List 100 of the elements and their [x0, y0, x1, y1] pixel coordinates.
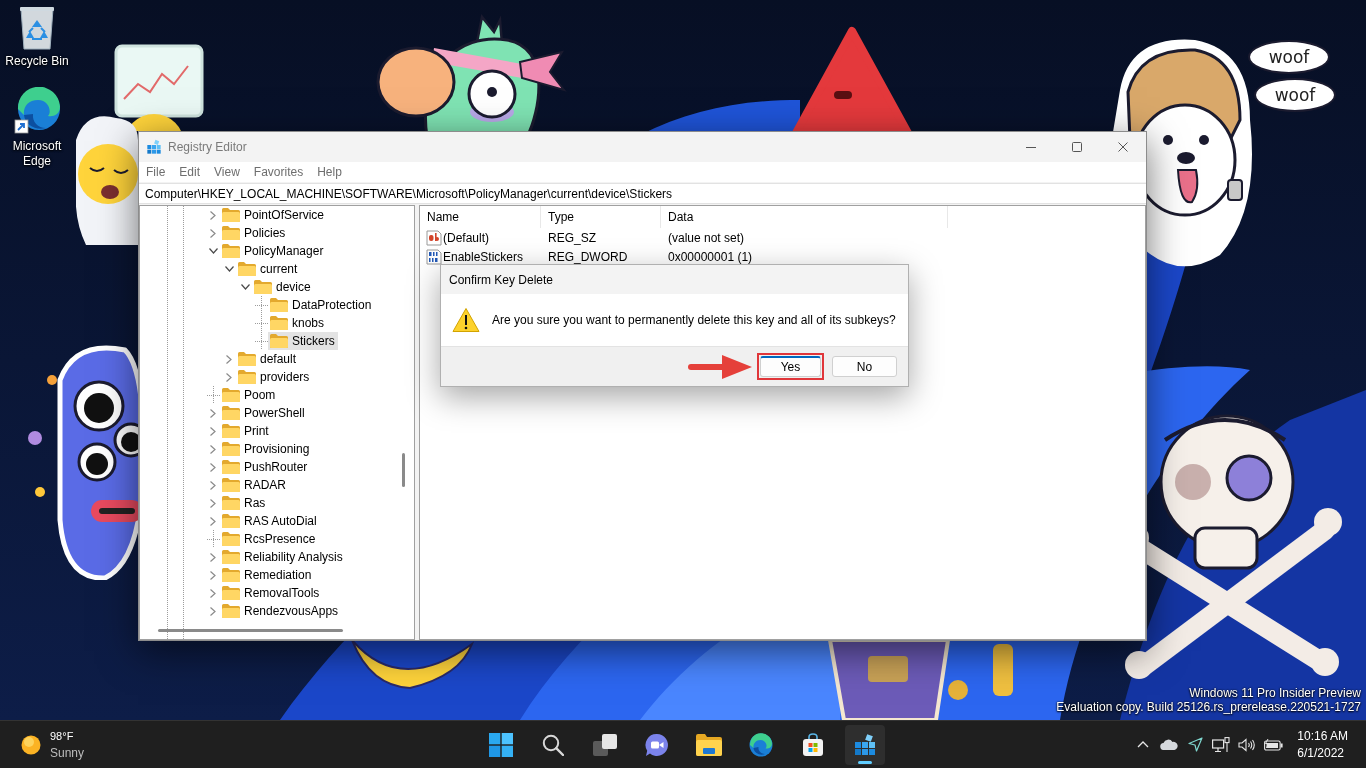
chevron-right-icon[interactable] [210, 480, 216, 490]
close-icon [1118, 142, 1128, 152]
dialog-button[interactable]: No [832, 356, 897, 377]
tree-item[interactable]: Stickers [268, 332, 338, 350]
folder-icon [222, 586, 240, 600]
chevron-right-icon[interactable] [210, 408, 216, 418]
weather-widget[interactable]: 98°F Sunny [21, 727, 85, 762]
folder-icon [222, 208, 240, 222]
chevron-right-icon[interactable] [210, 228, 216, 238]
tree-item[interactable]: providers [236, 368, 313, 386]
folder-icon [222, 226, 240, 240]
chevron-right-icon[interactable] [210, 210, 216, 220]
location-arrow-icon[interactable] [1187, 737, 1203, 752]
folder-icon [222, 424, 240, 438]
folder-icon [238, 262, 256, 276]
tree-item[interactable]: PushRouter [220, 458, 311, 476]
window-title: Registry Editor [168, 140, 248, 154]
cloud-icon[interactable] [1160, 739, 1179, 750]
tree-item[interactable]: RADAR [220, 476, 289, 494]
minimize-icon [1026, 146, 1036, 148]
tree-item[interactable]: Policies [220, 224, 289, 242]
menu-item[interactable]: Favorites [246, 162, 311, 182]
tree-item[interactable]: default [236, 350, 300, 368]
folder-icon [222, 244, 240, 258]
tree-item[interactable]: Remediation [220, 566, 315, 584]
folder-icon [222, 514, 240, 528]
menu-item[interactable]: View [207, 162, 247, 182]
annotation-arrow [688, 353, 752, 380]
tree-item[interactable]: knobs [268, 314, 328, 332]
tree-item[interactable]: PowerShell [220, 404, 308, 422]
chevron-right-icon[interactable] [210, 606, 216, 616]
chevron-right-icon[interactable] [210, 588, 216, 598]
chevron-right-icon[interactable] [210, 462, 216, 472]
chevron-right-icon[interactable] [210, 552, 216, 562]
value-name[interactable]: EnableStickers [420, 247, 541, 266]
menu-item[interactable]: Edit [172, 162, 208, 182]
folder-icon [696, 733, 722, 756]
swirl-logo-icon [749, 732, 773, 757]
tree-item[interactable]: current [236, 260, 301, 278]
clock-button[interactable]: 10:16 AM 6/1/2022 [1289, 727, 1356, 762]
chevron-down-icon[interactable] [208, 248, 218, 254]
value-data: (value not set) [667, 229, 746, 247]
chevron-right-icon[interactable] [210, 444, 216, 454]
chevron-right-icon[interactable] [226, 372, 232, 382]
speaker-icon[interactable] [1238, 737, 1257, 752]
tree-item[interactable]: Ras [220, 494, 269, 512]
chevron-down-icon[interactable] [224, 266, 234, 272]
chevron-right-icon[interactable] [210, 516, 216, 526]
folder-icon [222, 478, 240, 492]
folder-icon [270, 334, 288, 348]
chevron-right-icon[interactable] [210, 426, 216, 436]
dialog-button[interactable]: Yes [760, 356, 821, 377]
tree-item[interactable]: device [252, 278, 314, 296]
swirl-logo-icon [13, 87, 61, 135]
folder-icon [222, 532, 240, 546]
tree-item[interactable]: Provisioning [220, 440, 313, 458]
string-value-icon [426, 229, 442, 246]
tree-item[interactable]: Reliability Analysis [220, 548, 346, 566]
chevron-right-icon[interactable] [226, 354, 232, 364]
tree-item[interactable]: Poom [220, 386, 279, 404]
monitor-icon[interactable] [1212, 736, 1231, 753]
address-field[interactable]: Computer\HKEY_LOCAL_MACHINE\SOFTWARE\Microsoft\PolicyManager\current\device\Stickers [139, 183, 1146, 204]
value-name[interactable]: (Default) [420, 228, 541, 247]
tree-item[interactable]: PolicyManager [220, 242, 327, 260]
value-type: REG_DWORD [547, 248, 629, 266]
tree-item[interactable]: RemovalTools [220, 584, 323, 602]
folder-icon [222, 496, 240, 510]
dialog-message: Are you sure you want to permanently delete this key and all of its subkeys? [492, 313, 896, 327]
video-chat-icon [645, 732, 669, 757]
folder-icon [270, 316, 288, 330]
battery-icon[interactable] [1263, 738, 1283, 751]
chevron-up-icon[interactable] [1137, 741, 1150, 748]
vertical-scrollbar-thumb[interactable] [402, 453, 405, 487]
folder-icon [222, 604, 240, 618]
folder-icon [238, 352, 256, 366]
menu-item[interactable]: File [139, 162, 173, 182]
cubes-icon [853, 732, 877, 757]
folder-icon [222, 388, 240, 402]
maximize-icon [1072, 142, 1082, 152]
folder-icon [238, 370, 256, 384]
folder-icon [270, 298, 288, 312]
folder-icon [222, 442, 240, 456]
folder-icon [222, 460, 240, 474]
tree-item[interactable]: PointOfService [220, 206, 328, 224]
cubes-icon [146, 139, 162, 155]
folder-icon [222, 406, 240, 420]
tree-item[interactable]: DataProtection [268, 296, 375, 314]
dialog-title: Confirm Key Delete [449, 272, 554, 287]
taskbar-button[interactable] [845, 724, 885, 765]
tree-item[interactable]: Print [220, 422, 272, 440]
build-notice-text: Windows 11 Pro Insider Preview [1189, 686, 1361, 700]
shopping-bag-icon [801, 732, 825, 757]
horizontal-scrollbar-thumb[interactable] [158, 629, 343, 632]
chevron-right-icon[interactable] [210, 498, 216, 508]
tree-item[interactable]: RAS AutoDial [220, 512, 320, 530]
menu-item[interactable]: Help [310, 162, 349, 182]
tree-item[interactable]: RendezvousApps [220, 602, 342, 620]
chevron-down-icon[interactable] [240, 284, 250, 290]
chevron-right-icon[interactable] [210, 570, 216, 580]
tree-item[interactable]: RcsPresence [220, 530, 319, 548]
